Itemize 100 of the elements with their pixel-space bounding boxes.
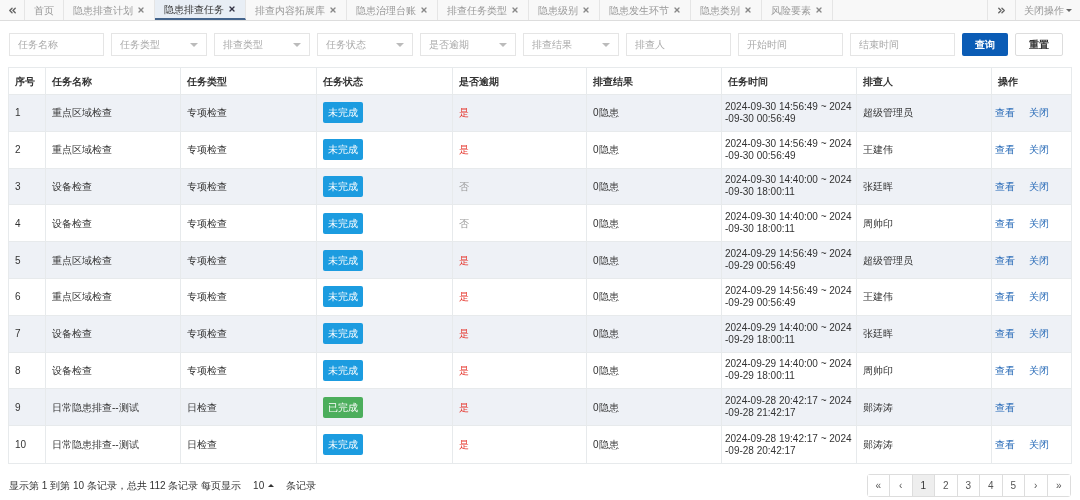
table-cell-text: 0隐患 [593,363,619,378]
table-cell-text: 9 [15,400,21,415]
table-cell-text: 王建伟 [863,143,893,158]
table-cell-text: 是 [459,327,469,342]
table-cell-text: 是 [459,290,469,305]
table-cell-text: 重点区域检查 [52,143,112,158]
view-link[interactable]: 查看 [995,326,1015,342]
tab[interactable]: 隐患发生环节 [600,0,691,20]
table-cell-text: 是 [459,106,469,121]
tab[interactable]: 风险要素 [762,0,833,20]
view-link[interactable]: 查看 [995,105,1015,121]
column-header: 排查人 [863,74,893,89]
record-summary: 显示第 1 到第 10 条记录，总共 112 条记录 每页显示 [9,478,242,493]
table-cell: 2024-09-30 14:56:49 ~ 2024-09-30 00:56:49 [725,137,853,162]
status-badge: 未完成 [323,212,363,234]
table-cell-text: 6 [15,290,21,305]
tab[interactable]: 排查任务类型 [438,0,529,20]
table-cell-text: 超级管理员 [863,253,913,268]
table-cell-text: 设备检查 [52,180,92,194]
table-cell-text: 0隐患 [593,438,619,453]
close-icon[interactable] [228,5,236,13]
table-cell-text: 设备检查 [52,327,92,342]
table-cell-text: 设备检查 [52,363,92,378]
table-cell-text: 是 [459,143,469,158]
view-link[interactable]: 查看 [995,179,1015,194]
close-link[interactable]: 关闭 [1029,215,1049,231]
view-link[interactable]: 查看 [995,399,1015,415]
column-header: 序号 [15,74,35,89]
tab[interactable]: 排查内容拓展库 [246,0,347,20]
close-link[interactable]: 关闭 [1029,362,1049,378]
caret-icon [1066,8,1072,12]
table-cell-text: 0隐患 [593,290,619,305]
table-cell: 2024-09-29 14:40:00 ~ 2024-09-29 18:00:11 [725,321,853,346]
table-cell-text: 专项检查 [187,363,227,378]
table-cell-text: 日检查 [187,400,217,415]
caret-icon [396,42,404,47]
view-link[interactable]: 查看 [995,215,1015,231]
table-cell-text: 0隐患 [593,143,619,158]
caret-icon [190,42,198,47]
tab[interactable]: 隐患类别 [691,0,762,20]
table-cell-text: 周帅印 [863,363,893,378]
caret-icon [293,42,301,47]
column-header: 任务状态 [323,74,363,89]
status-badge: 未完成 [323,434,363,456]
view-link[interactable]: 查看 [995,142,1015,158]
table-cell-text: 张廷晖 [863,327,893,342]
view-link[interactable]: 查看 [995,252,1015,268]
input-field[interactable]: 结束时间 [850,33,955,56]
table-cell-text: 0隐患 [593,180,619,194]
table-cell: 2024-09-30 14:40:00 ~ 2024-09-30 18:00:11 [725,211,853,236]
column-header: 操作 [998,74,1018,89]
table-cell: 2024-09-29 14:56:49 ~ 2024-09-29 00:56:49 [725,284,853,309]
tab[interactable]: 隐患级别 [529,0,600,20]
reset-button[interactable]: 重置 [1015,33,1063,56]
table-cell-text: 0隐患 [593,106,619,121]
table-cell-text: 日检查 [187,438,217,453]
table-cell-text: 专项检查 [187,290,227,305]
view-link[interactable]: 查看 [995,362,1015,378]
tab[interactable]: 首页 [25,0,64,20]
close-link[interactable]: 关闭 [1029,326,1049,342]
page-button[interactable]: 1 [912,474,935,496]
close-link[interactable]: 关闭 [1029,142,1049,158]
view-link[interactable]: 查看 [995,437,1015,453]
caret-up-icon [268,483,275,487]
page-button[interactable]: « [867,474,890,496]
table-cell-text: 是 [459,438,469,453]
close-link[interactable]: 关闭 [1029,252,1049,268]
close-link[interactable]: 关闭 [1029,289,1049,305]
table-cell: 2024-09-29 14:56:49 ~ 2024-09-29 00:56:49 [725,248,853,273]
table-cell-text: 是 [459,363,469,378]
records-label: 条记录 [286,478,317,493]
input-field[interactable]: 任务名称 [9,33,104,56]
close-link[interactable]: 关闭 [1029,179,1049,194]
table-cell-text: 王建伟 [863,290,893,305]
input-field[interactable]: 排查人 [626,33,731,56]
close-link[interactable]: 关闭 [1029,437,1049,453]
view-link[interactable]: 查看 [995,289,1015,305]
tab[interactable]: 隐患排查任务 [155,0,246,20]
search-button[interactable]: 查询 [962,33,1008,56]
table-cell-text: 专项检查 [187,216,227,231]
table-cell-text: 设备检查 [52,216,92,231]
close-link[interactable]: 关闭 [1029,105,1049,121]
table-cell-text: 重点区域检查 [52,290,112,305]
status-badge: 未完成 [323,286,363,308]
table-cell-text: 2 [15,143,21,158]
status-badge: 未完成 [323,102,363,124]
table-cell-text: 专项检查 [187,180,227,194]
close-menu-button[interactable]: 关闭操作 [1015,0,1080,20]
table-cell-text: 是 [459,400,469,415]
status-badge: 未完成 [323,359,363,381]
tab[interactable]: 隐患治理台账 [347,0,438,20]
input-field[interactable]: 开始时间 [738,33,843,56]
table-cell-text: 超级管理员 [863,106,913,121]
table-cell-text: 张廷晖 [863,180,893,194]
caret-icon [499,42,507,47]
page-size-dropdown[interactable]: 10 [253,477,275,493]
status-badge: 未完成 [323,139,363,161]
table-cell-text: 4 [15,216,21,231]
table-cell-text: 郧涛涛 [863,438,893,453]
table-cell-text: 3 [15,180,21,194]
